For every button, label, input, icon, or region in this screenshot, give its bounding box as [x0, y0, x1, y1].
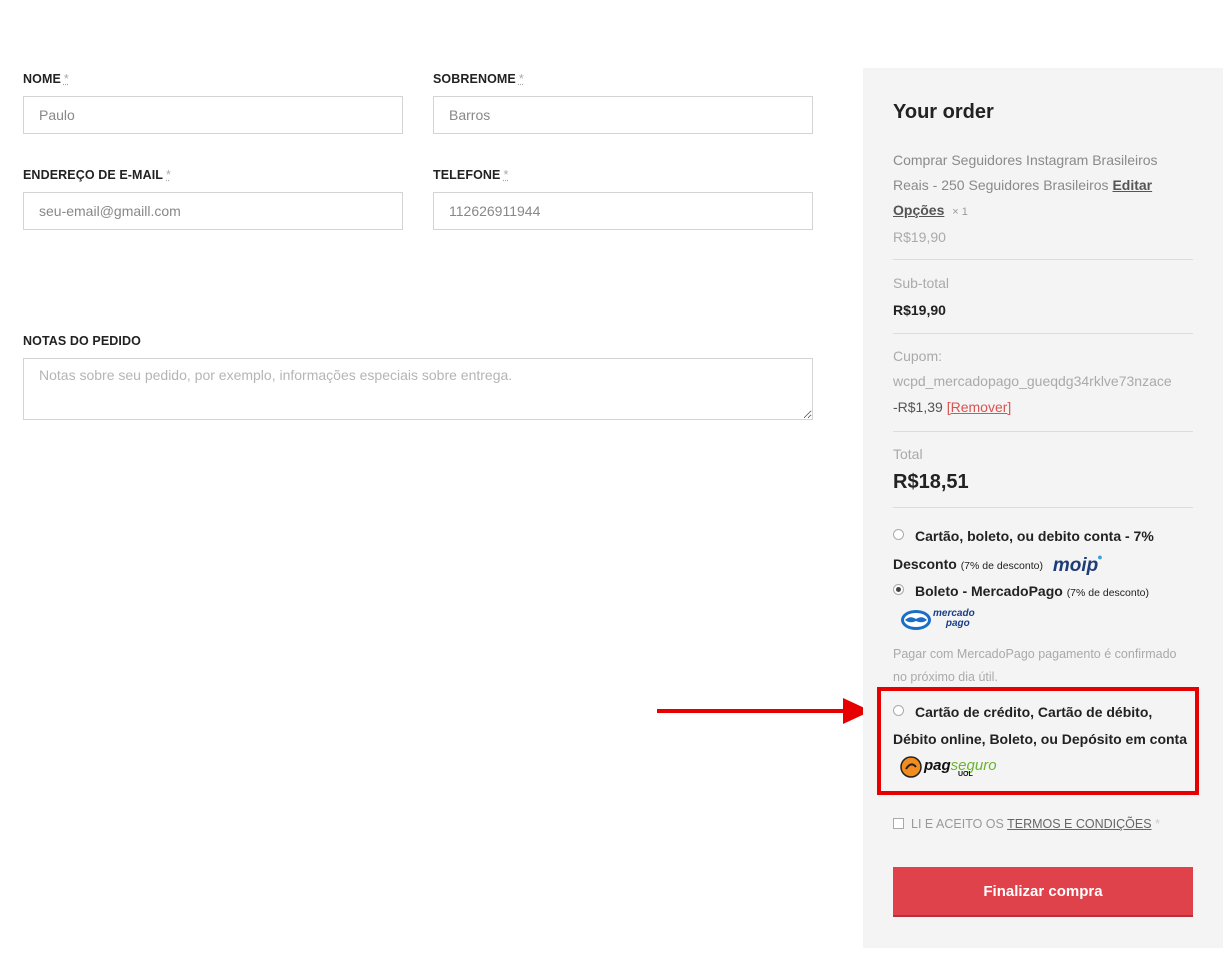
- last-name-label-text: SOBRENOME: [433, 72, 516, 86]
- moip-discount: (7% de desconto): [960, 560, 1043, 572]
- coupon-code: wcpd_mercadopago_gueqdg34rklve73nzace: [893, 373, 1172, 389]
- order-notes-label: NOTAS DO PEDIDO: [23, 334, 141, 348]
- moip-logo-text: moip: [1052, 555, 1099, 576]
- order-notes-textarea[interactable]: [23, 358, 813, 420]
- coupon-label: Cupom:: [893, 348, 943, 364]
- coupon-discount: -R$1,39: [893, 399, 943, 415]
- phone-label-text: TELEFONE: [433, 168, 501, 182]
- annotation-arrow-line: [657, 709, 849, 713]
- mercadopago-label: Boleto - MercadoPago: [915, 583, 1063, 599]
- subtotal-label: Sub-total: [893, 275, 950, 291]
- email-input[interactable]: [23, 192, 403, 230]
- divider: [893, 259, 1193, 260]
- product-price: R$19,90: [893, 229, 946, 245]
- payment-option-mercadopago[interactable]: Boleto - MercadoPago (7% de desconto): [893, 578, 1193, 607]
- divider: [893, 431, 1193, 432]
- terms-required-mark: *: [1155, 817, 1160, 831]
- terms-checkbox[interactable]: [893, 818, 904, 829]
- last-name-label: SOBRENOME *: [433, 72, 524, 86]
- last-name-input[interactable]: [433, 96, 813, 134]
- required-mark: *: [518, 72, 524, 86]
- product-quantity: × 1: [952, 206, 968, 218]
- order-title: Your order: [893, 101, 994, 123]
- moip-label-line1: Cartão, boleto, ou debito conta - 7%: [915, 528, 1154, 544]
- mercadopago-discount: (7% de desconto): [1066, 587, 1149, 599]
- coupon-discount-row: -R$1,39 [Remover]: [893, 399, 1193, 415]
- first-name-label-text: NOME: [23, 72, 61, 86]
- divider: [893, 333, 1193, 334]
- remove-coupon-link[interactable]: [Remover]: [947, 399, 1012, 415]
- moip-label-line2: Desconto: [893, 556, 957, 572]
- annotation-highlight-box: [877, 687, 1199, 795]
- payment-option-moip[interactable]: Cartão, boleto, ou debito conta - 7% Des…: [893, 523, 1193, 580]
- required-mark: *: [503, 168, 509, 182]
- phone-label: TELEFONE *: [433, 168, 508, 182]
- first-name-input[interactable]: [23, 96, 403, 134]
- total-label: Total: [893, 446, 923, 462]
- email-label: ENDEREÇO DE E-MAIL *: [23, 168, 171, 182]
- first-name-label: NOME *: [23, 72, 69, 86]
- place-order-button[interactable]: Finalizar compra: [893, 867, 1193, 917]
- required-mark: *: [166, 168, 171, 182]
- terms-text: LI E ACEITO OS TERMOS E CONDIÇÕES *: [911, 817, 1201, 831]
- required-mark: *: [63, 72, 69, 86]
- mercadopago-description: Pagar com MercadoPago pagamento é confir…: [893, 647, 1177, 684]
- subtotal-value: R$19,90: [893, 302, 946, 318]
- divider: [893, 507, 1193, 508]
- total-value: R$18,51: [893, 471, 969, 493]
- terms-prefix: LI E ACEITO OS: [911, 817, 1004, 831]
- terms-link[interactable]: TERMOS E CONDIÇÕES: [1007, 817, 1151, 831]
- handshake-icon: [901, 610, 931, 630]
- mercadopago-logo-icon: mercado pago: [900, 609, 980, 633]
- phone-input[interactable]: [433, 192, 813, 230]
- email-label-text: ENDEREÇO DE E-MAIL: [23, 168, 164, 182]
- order-summary-sidebar: Your order Comprar Seguidores Instagram …: [863, 68, 1223, 948]
- order-product: Comprar Seguidores Instagram Brasileiros…: [893, 148, 1193, 225]
- mercadopago-logo-line2: pago: [945, 618, 970, 629]
